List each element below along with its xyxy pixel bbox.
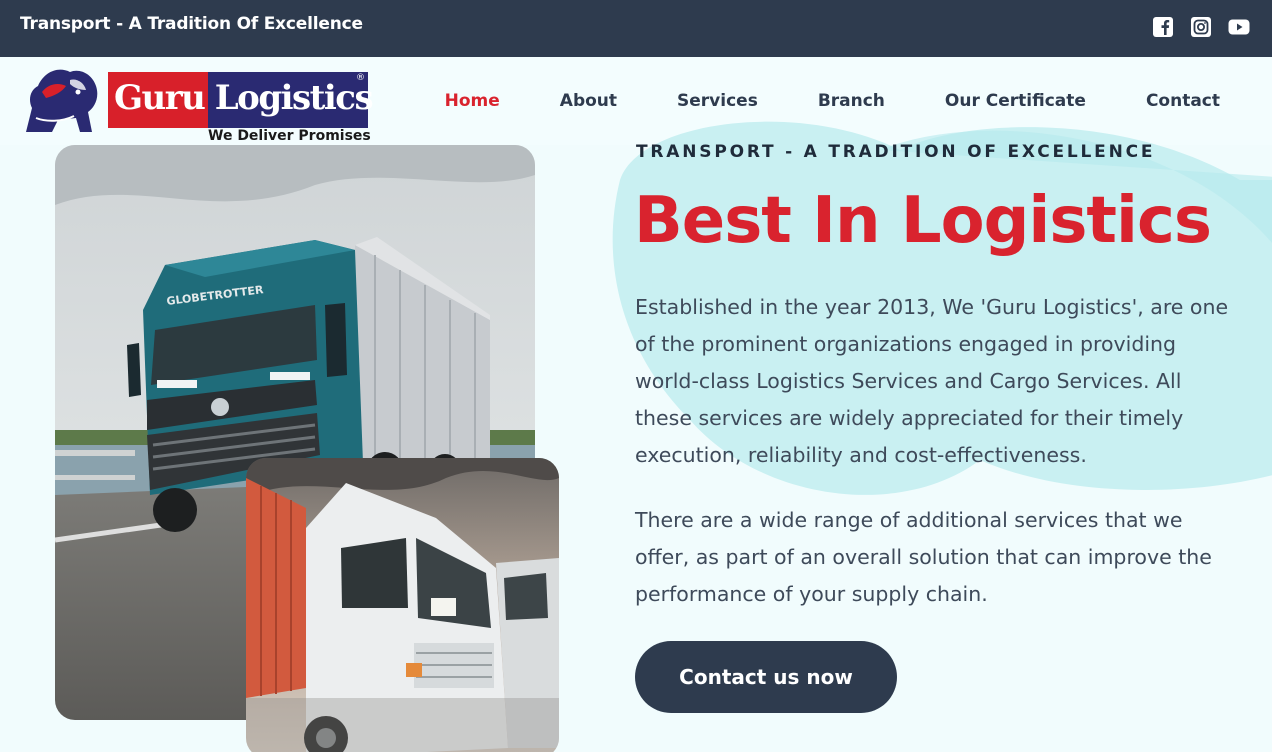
social-links xyxy=(1152,16,1250,38)
main-nav: Home About Services Branch Our Certifica… xyxy=(385,91,1220,111)
nav-home[interactable]: Home xyxy=(445,91,500,111)
brand-wordmark: Guru Logistics ® xyxy=(108,72,374,128)
hero-intro-paragraph: Established in the year 2013, We 'Guru L… xyxy=(635,295,1229,467)
registered-mark: ® xyxy=(356,73,365,83)
facebook-icon[interactable] xyxy=(1152,16,1174,38)
nav-contact[interactable]: Contact xyxy=(1146,91,1220,111)
brand-name-part2: Logistics xyxy=(214,78,374,118)
hero-services-paragraph: There are a wide range of additional ser… xyxy=(635,508,1212,606)
top-bar-tagline: Transport - A Tradition Of Excellence xyxy=(20,14,363,34)
hero-eyebrow: TRANSPORT - A TRADITION OF EXCELLENCE xyxy=(636,142,1156,162)
nav-services[interactable]: Services xyxy=(677,91,758,111)
lion-mascot-icon xyxy=(26,69,98,132)
brand-name-part1: Guru xyxy=(114,78,206,118)
nav-our-certificate[interactable]: Our Certificate xyxy=(945,91,1086,111)
brand-slogan: We Deliver Promises xyxy=(208,128,371,144)
brand-name: Guru Logistics xyxy=(114,78,374,118)
brand-logo[interactable]: Guru Logistics ® We Deliver Promises xyxy=(18,60,374,144)
instagram-icon[interactable] xyxy=(1190,16,1212,38)
nav-about[interactable]: About xyxy=(560,91,617,111)
hero-headline: Best In Logistics xyxy=(634,184,1212,258)
contact-us-button[interactable]: Contact us now xyxy=(635,641,897,713)
top-bar: Transport - A Tradition Of Excellence xyxy=(0,0,1272,57)
hero-truck-photo-secondary xyxy=(246,458,559,752)
youtube-icon[interactable] xyxy=(1228,16,1250,38)
nav-branch[interactable]: Branch xyxy=(818,91,885,111)
